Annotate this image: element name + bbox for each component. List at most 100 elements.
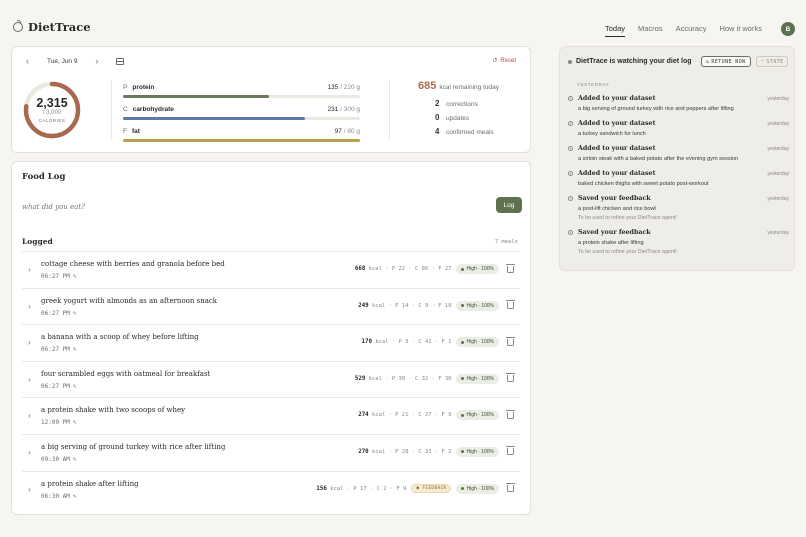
- corrections-label: corrections: [446, 101, 478, 108]
- macro-letter: P: [123, 84, 128, 91]
- meal-row[interactable]: › a protein shake with two scoops of whe…: [22, 397, 520, 434]
- chevron-right-icon[interactable]: ›: [28, 411, 31, 420]
- macro-bar: [123, 117, 360, 120]
- trash-icon[interactable]: [506, 300, 515, 310]
- confidence-label: High · 100%: [466, 266, 494, 272]
- edit-icon[interactable]: ✎: [73, 310, 77, 317]
- chevron-right-icon[interactable]: ›: [28, 338, 31, 347]
- confidence-badge: High · 100%: [456, 264, 499, 274]
- edit-icon[interactable]: ✎: [73, 273, 77, 280]
- trash-icon[interactable]: [506, 483, 515, 493]
- calories-label: CALORIES: [38, 118, 66, 124]
- daily-summary-card: ‹ Tue, Jun 9 › ↺ Reset 2,315 / 3,000 CAL…: [11, 46, 531, 153]
- nav-macros[interactable]: Macros: [638, 24, 663, 37]
- date-navigator: ‹ Tue, Jun 9 ›: [26, 57, 125, 66]
- nav-how-it-works[interactable]: How it works: [719, 24, 762, 37]
- macro-name: carbohydrate: [132, 106, 174, 113]
- trash-icon[interactable]: [506, 409, 515, 419]
- meal-kcal: 529: [354, 375, 366, 382]
- divider: [389, 80, 390, 140]
- meal-macros: kcal · P 17 · C 2 · F 9: [330, 485, 407, 492]
- macro-protein: Pprotein 135 / 220 g: [123, 84, 360, 98]
- confirmed-meals-label: confirmed meals: [446, 129, 494, 136]
- meal-time-value: 09:30 AM: [41, 455, 70, 463]
- event-body: baked chicken thighs with sweet potato p…: [578, 181, 709, 187]
- meal-nutrition: 170 kcal · P 3 · C 41 · F 1: [362, 339, 452, 345]
- edit-icon[interactable]: ✎: [73, 456, 77, 463]
- meal-kcal: 156: [316, 485, 327, 492]
- confidence-badge: High · 100%: [456, 410, 499, 421]
- event-time: yesterday: [767, 171, 789, 177]
- daily-stats: 685 kcal remaining today 2 corrections 0u…: [418, 80, 528, 136]
- reset-button[interactable]: ↺ Reset: [492, 57, 516, 65]
- log-button[interactable]: Log: [496, 197, 522, 213]
- nav-today[interactable]: Today: [605, 24, 626, 37]
- meal-title: four scrambled eggs with oatmeal for bre…: [41, 369, 211, 378]
- event-body: a protein shake after lifting: [578, 240, 644, 246]
- kcal-remaining-label: kcal remaining today: [439, 84, 499, 91]
- food-log-title: Food Log: [22, 172, 66, 182]
- chevron-right-icon[interactable]: ›: [28, 265, 31, 274]
- meal-row[interactable]: › greek yogurt with almonds as an aftern…: [22, 287, 520, 325]
- meal-row[interactable]: › a banana with a scoop of whey before l…: [22, 324, 520, 361]
- trash-icon[interactable]: [506, 373, 515, 383]
- reset-label: Reset: [500, 57, 516, 64]
- event-icon: [568, 121, 573, 126]
- event-heading: Added to your dataset: [578, 145, 656, 152]
- trash-icon[interactable]: [506, 263, 515, 273]
- meal-macros: kcal · P 30 · C 32 · F 30: [368, 375, 452, 382]
- event-icon: [568, 230, 573, 235]
- meal-time-value: 06:30 AM: [41, 492, 70, 500]
- event-body: a big serving of ground turkey with rice…: [578, 106, 734, 112]
- meal-row[interactable]: › four scrambled eggs with oatmeal for b…: [22, 360, 520, 398]
- edit-icon[interactable]: ✎: [73, 346, 77, 353]
- event-icon: [568, 196, 573, 201]
- edit-icon[interactable]: ✎: [73, 493, 77, 500]
- brand-name: DietTrace: [28, 20, 91, 34]
- meal-macros: kcal · P 3 · C 41 · F 1: [375, 339, 452, 346]
- activity-event: Added to your dataset a sirloin steak wi…: [568, 145, 789, 162]
- activity-event: Added to your dataset a big serving of g…: [568, 95, 789, 112]
- confidence-label: High · 100%: [466, 448, 494, 455]
- chevron-right-icon[interactable]: ›: [28, 448, 31, 457]
- chevron-right-icon[interactable]: ›: [28, 302, 31, 311]
- event-time: yesterday: [767, 121, 789, 127]
- trash-icon[interactable]: [506, 336, 515, 346]
- macro-target: / 80 g: [343, 128, 360, 135]
- activity-event: Saved your feedback a post-lift chicken …: [568, 195, 789, 221]
- meal-input[interactable]: [22, 200, 482, 214]
- event-heading: Added to your dataset: [578, 120, 656, 127]
- trash-icon[interactable]: [506, 446, 515, 456]
- meal-row[interactable]: › a big serving of ground turkey with ri…: [22, 433, 520, 471]
- panel-title: DietTrace is watching your diet log: [576, 58, 692, 65]
- calorie-ring-text: 2,315 / 3,000 CALORIES: [22, 80, 82, 140]
- chevron-left-icon[interactable]: ‹: [26, 57, 29, 66]
- confidence-badge: High · 100%: [456, 483, 499, 494]
- panel-header: DietTrace is watching your diet log: [568, 58, 692, 65]
- event-time: yesterday: [767, 196, 789, 202]
- nav-accuracy[interactable]: Accuracy: [676, 24, 707, 37]
- calendar-icon[interactable]: [116, 58, 125, 65]
- meal-macros: kcal · P 21 · C 27 · F 9: [372, 412, 452, 419]
- chevron-right-icon[interactable]: ›: [95, 57, 98, 66]
- state-button[interactable]: ◠ STATE: [756, 56, 789, 67]
- meal-row[interactable]: › a protein shake after lifting 06:30 AM…: [22, 470, 520, 508]
- calories-value: 2,315: [36, 95, 68, 110]
- meal-row[interactable]: › cottage cheese with berries and granol…: [22, 251, 520, 288]
- chevron-right-icon[interactable]: ›: [28, 375, 31, 384]
- meal-time-value: 12:00 PM: [41, 419, 70, 427]
- meal-stats: 249 kcal · P 14 · C 9 · F 19 High · 100%: [358, 300, 515, 311]
- event-note: To be used to refine your DietTrace agen…: [578, 215, 677, 221]
- brand[interactable]: DietTrace: [13, 20, 91, 34]
- event-time: yesterday: [767, 96, 789, 102]
- edit-icon[interactable]: ✎: [73, 383, 77, 390]
- meal-title: greek yogurt with almonds as an afternoo…: [41, 296, 218, 305]
- chevron-right-icon[interactable]: ›: [28, 485, 31, 494]
- avatar[interactable]: B: [781, 22, 795, 36]
- event-note: To be used to refine your DietTrace agen…: [578, 249, 677, 255]
- retune-now-button[interactable]: ↻ RETUNE NOW: [701, 56, 751, 67]
- confidence-badge: High · 100%: [456, 446, 499, 457]
- meal-title: a protein shake with two scoops of whey: [41, 406, 186, 415]
- edit-icon[interactable]: ✎: [73, 419, 77, 426]
- event-body: a sirloin steak with a baked potato afte…: [578, 156, 739, 162]
